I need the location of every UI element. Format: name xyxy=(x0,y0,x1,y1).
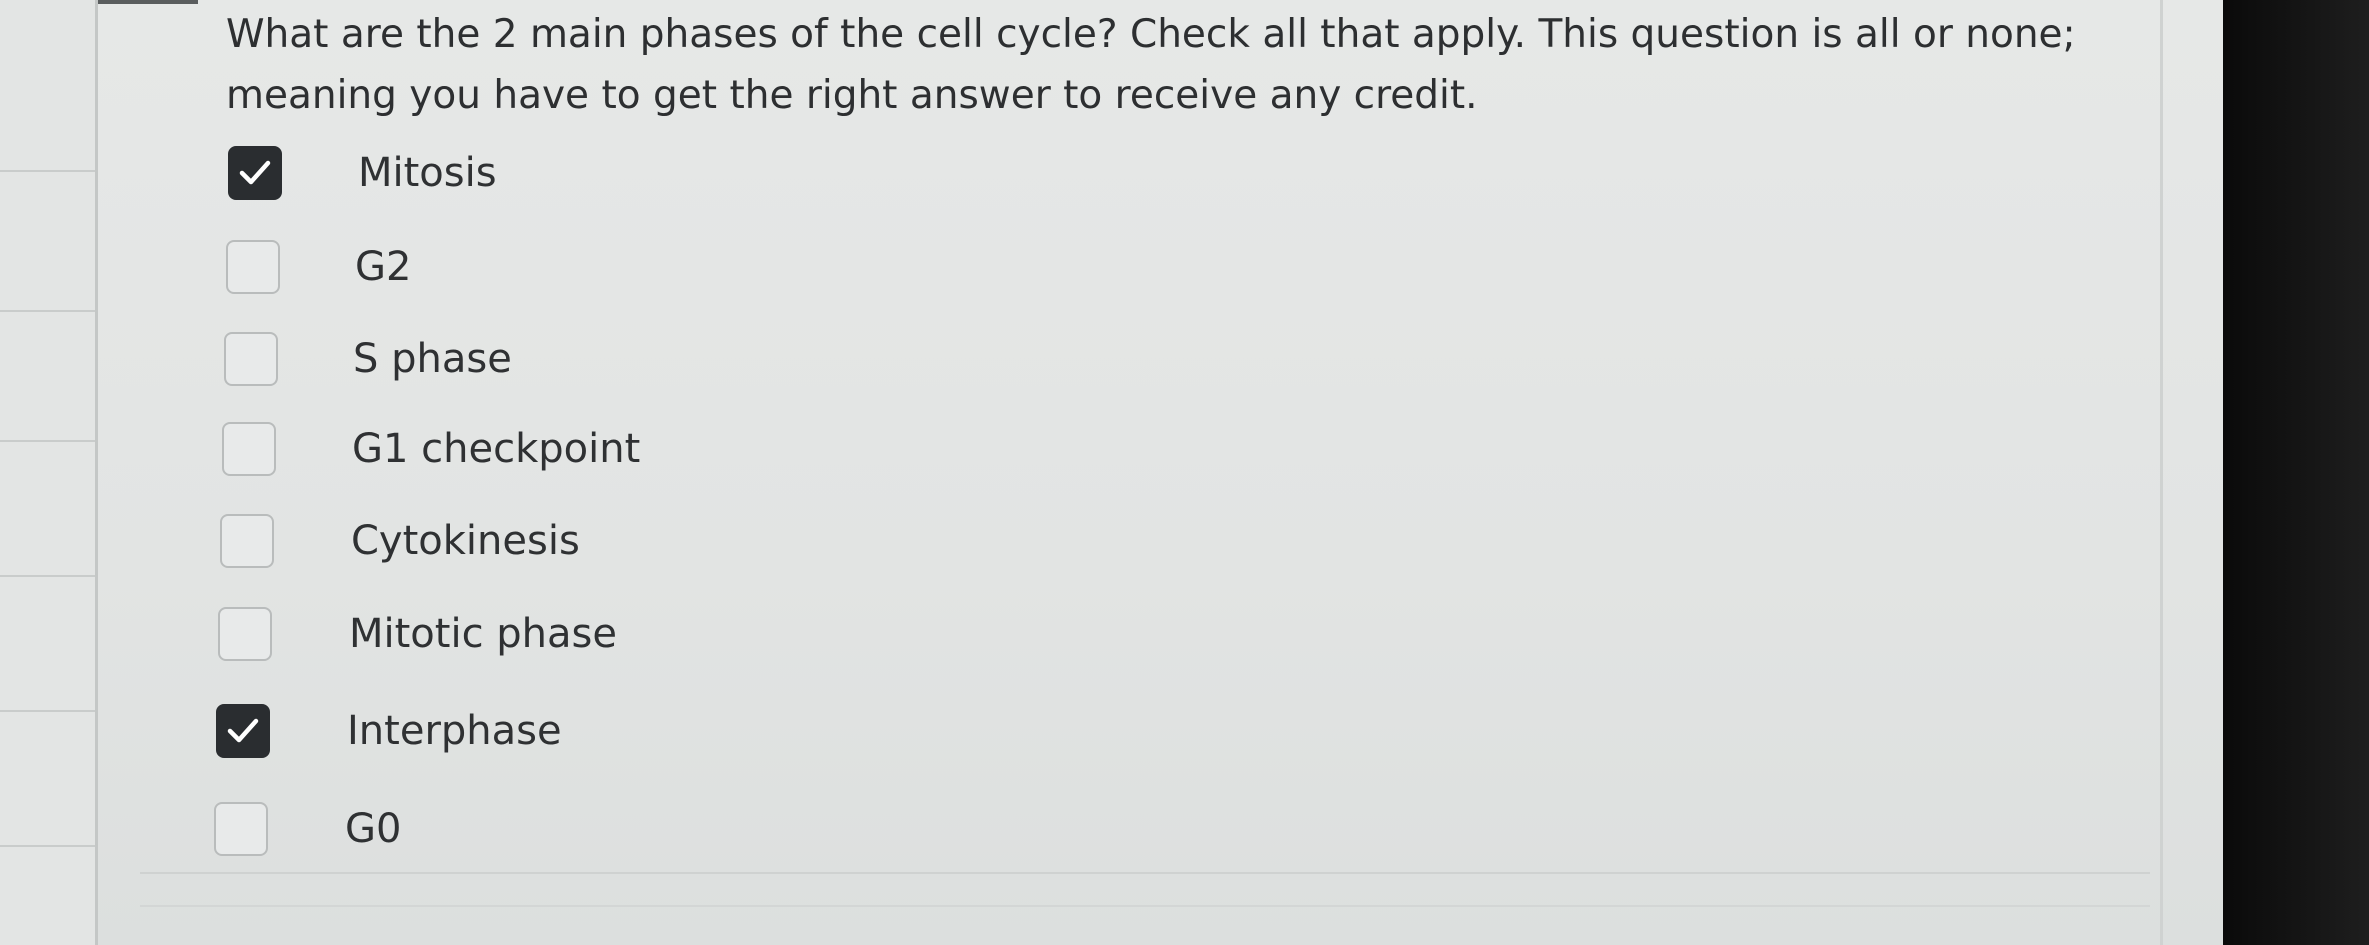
checkbox[interactable] xyxy=(222,422,276,476)
option-label: S phase xyxy=(353,336,512,382)
answer-options: Mitosis G2 S phase G1 checkpoint Cytokin… xyxy=(0,0,2223,945)
checkbox[interactable] xyxy=(224,332,278,386)
option-label: Cytokinesis xyxy=(351,518,580,564)
option-mitosis[interactable]: Mitosis xyxy=(228,142,1128,212)
option-label: Interphase xyxy=(347,708,562,754)
checkbox[interactable] xyxy=(214,802,268,856)
option-interphase[interactable]: Interphase xyxy=(216,700,1116,770)
checkbox[interactable] xyxy=(216,704,270,758)
checkbox[interactable] xyxy=(228,146,282,200)
device-bezel xyxy=(2223,0,2369,945)
option-label: G0 xyxy=(345,806,402,852)
option-cytokinesis[interactable]: Cytokinesis xyxy=(220,510,1120,580)
option-g1-checkpoint[interactable]: G1 checkpoint xyxy=(222,418,1122,488)
checkbox[interactable] xyxy=(218,607,272,661)
checkmark-icon xyxy=(227,718,259,743)
option-mitotic-phase[interactable]: Mitotic phase xyxy=(218,603,1118,673)
option-label: Mitotic phase xyxy=(349,611,617,657)
checkbox[interactable] xyxy=(220,514,274,568)
screen: What are the 2 main phases of the cell c… xyxy=(0,0,2369,945)
checkbox[interactable] xyxy=(226,240,280,294)
option-g2[interactable]: G2 xyxy=(226,236,1126,306)
option-s-phase[interactable]: S phase xyxy=(224,328,1124,398)
checkmark-icon xyxy=(239,160,271,185)
option-label: G1 checkpoint xyxy=(352,426,641,472)
option-g0[interactable]: G0 xyxy=(214,798,1114,868)
option-label: G2 xyxy=(355,244,412,290)
option-label: Mitosis xyxy=(358,150,497,196)
